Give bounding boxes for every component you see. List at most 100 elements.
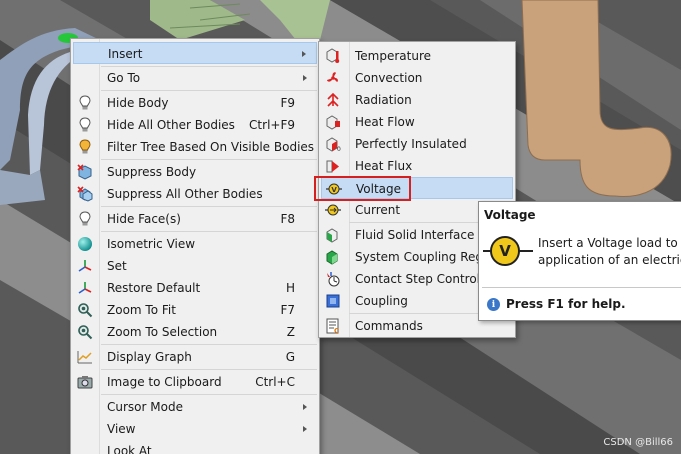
menu-item-label: Zoom To Fit [107, 303, 176, 317]
menu-item-shortcut: G [285, 350, 295, 364]
menu-item-label: Look At [107, 444, 152, 454]
heat-flux-icon [325, 158, 341, 174]
axis-triad-icon [77, 258, 93, 274]
submenu-item-label: Contact Step Control [355, 272, 481, 286]
submenu-arrow-icon [302, 51, 306, 57]
suppress-body-icon [77, 164, 93, 180]
menu-item-label: Suppress All Other Bodies [107, 187, 263, 201]
system-coupling-icon [325, 249, 341, 265]
camera-icon [77, 374, 93, 390]
menu-item-label: View [107, 422, 136, 436]
zoom-icon [77, 324, 93, 340]
submenu-item-voltage[interactable]: V Voltage [321, 177, 513, 199]
submenu-item-label: Coupling [355, 294, 408, 308]
menu-item-label: Insert [108, 47, 143, 61]
menu-item-shortcut: F7 [280, 303, 295, 317]
menu-separator [101, 231, 317, 232]
menu-separator [101, 90, 317, 91]
submenu-item-label: Convection [355, 71, 423, 85]
submenu-item-perfectly-insulated[interactable]: 0 Perfectly Insulated [321, 133, 513, 155]
submenu-item-label: Temperature [355, 49, 432, 63]
menu-item-label: Zoom To Selection [107, 325, 218, 339]
submenu-item-label: Heat Flow [355, 115, 415, 129]
submenu-arrow-icon [303, 75, 307, 81]
lightbulb-filter-icon [77, 139, 93, 155]
suppress-bodies-icon [77, 186, 93, 202]
menu-item-label: Display Graph [107, 350, 192, 364]
tooltip-divider [482, 287, 681, 288]
graph-icon [77, 349, 93, 365]
menu-separator [101, 159, 317, 160]
menu-item-label: Isometric View [107, 237, 196, 251]
menu-item-view[interactable]: View [73, 418, 317, 440]
submenu-item-label: Heat Flux [355, 159, 413, 173]
menu-item-shortcut: Ctrl+C [255, 375, 295, 389]
menu-item-shortcut: Ctrl+F9 [249, 118, 295, 132]
submenu-item-heat-flux[interactable]: Heat Flux [321, 155, 513, 177]
menu-item-go-to[interactable]: Go To [73, 67, 317, 89]
menu-item-shortcut: H [285, 281, 295, 295]
menu-item-zoom-to-selection[interactable]: Zoom To Selection Z [73, 321, 317, 343]
menu-item-label: Hide All Other Bodies [107, 118, 235, 132]
menu-item-hide-faces[interactable]: Hide Face(s) F8 [73, 208, 317, 230]
sphere-icon [77, 236, 93, 252]
menu-item-label: Filter Tree Based On Visible Bodies [107, 140, 315, 154]
menu-item-label: Go To [107, 71, 141, 85]
commands-icon: C [325, 318, 341, 334]
menu-item-shortcut: F8 [280, 212, 295, 226]
submenu-item-radiation[interactable]: Radiation [321, 89, 513, 111]
menu-item-hide-all-other-bodies[interactable]: Hide All Other Bodies Ctrl+F9 [73, 114, 317, 136]
tooltip-description-line: Insert a Voltage load to [538, 236, 678, 250]
context-menu: Insert Go To Hide Body F9 Hide All Other… [70, 38, 320, 454]
menu-item-image-to-clipboard[interactable]: Image to Clipboard Ctrl+C [73, 371, 317, 393]
fluid-solid-interface-icon [325, 227, 341, 243]
menu-item-filter-tree[interactable]: Filter Tree Based On Visible Bodies [73, 136, 317, 158]
menu-item-set[interactable]: Set [73, 255, 317, 277]
voltage-tooltip: Voltage V Insert a Voltage load to appli… [478, 201, 681, 321]
voltage-icon: V [326, 181, 342, 197]
menu-separator [101, 344, 317, 345]
lightbulb-icon [77, 95, 93, 111]
menu-item-look-at[interactable]: Look At [73, 440, 317, 454]
submenu-item-label: Fluid Solid Interface [355, 228, 475, 242]
menu-item-label: Cursor Mode [107, 400, 183, 414]
menu-item-display-graph[interactable]: Display Graph G [73, 346, 317, 368]
radiation-icon [325, 92, 341, 108]
tooltip-title: Voltage [484, 208, 536, 222]
current-icon [325, 202, 341, 218]
menu-item-isometric-view[interactable]: Isometric View [73, 233, 317, 255]
menu-item-zoom-to-fit[interactable]: Zoom To Fit F7 [73, 299, 317, 321]
menu-separator [101, 206, 317, 207]
heat-flow-icon [325, 114, 341, 130]
menu-separator [101, 394, 317, 395]
menu-item-shortcut: F9 [280, 96, 295, 110]
menu-item-label: Hide Face(s) [107, 212, 181, 226]
submenu-item-label: Perfectly Insulated [355, 137, 467, 151]
temperature-icon [325, 48, 341, 64]
voltage-icon: V [490, 236, 520, 266]
submenu-item-temperature[interactable]: Temperature [321, 45, 513, 67]
menu-separator [101, 369, 317, 370]
submenu-item-label: Current [355, 203, 401, 217]
watermark: CSDN @Bill66 [603, 437, 673, 448]
menu-item-hide-body[interactable]: Hide Body F9 [73, 92, 317, 114]
svg-text:V: V [331, 186, 337, 194]
submenu-item-heat-flow[interactable]: Heat Flow [321, 111, 513, 133]
menu-item-suppress-body[interactable]: Suppress Body [73, 161, 317, 183]
tooltip-help-text: Press F1 for help. [506, 297, 626, 311]
menu-item-suppress-all-other-bodies[interactable]: Suppress All Other Bodies [73, 183, 317, 205]
menu-item-label: Suppress Body [107, 165, 197, 179]
lightbulb-icon [77, 117, 93, 133]
submenu-item-label: Voltage [356, 182, 402, 196]
menu-item-shortcut: Z [286, 325, 295, 339]
menu-item-restore-default[interactable]: Restore Default H [73, 277, 317, 299]
menu-item-insert[interactable]: Insert [73, 42, 317, 64]
tooltip-description-line: application of an electric [538, 253, 681, 267]
axis-triad-icon [77, 280, 93, 296]
svg-text:C: C [334, 327, 339, 334]
submenu-item-convection[interactable]: Convection [321, 67, 513, 89]
menu-item-label: Set [107, 259, 127, 273]
convection-fan-icon [325, 70, 341, 86]
menu-item-cursor-mode[interactable]: Cursor Mode [73, 396, 317, 418]
lightbulb-icon [77, 211, 93, 227]
